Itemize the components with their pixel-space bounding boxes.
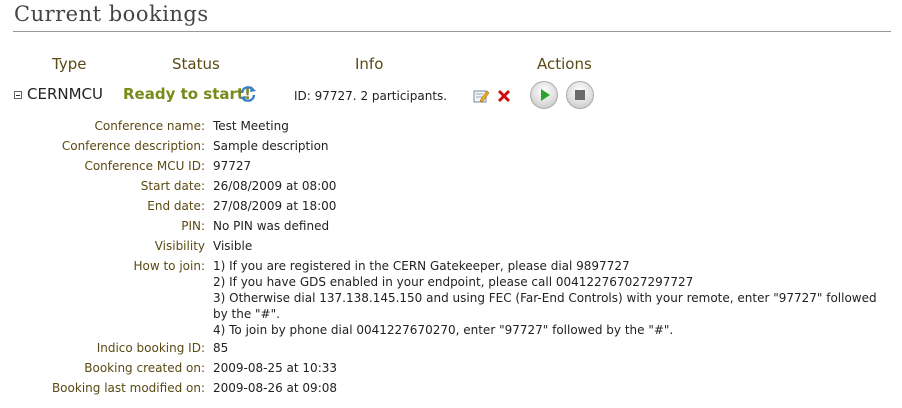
- detail-row: End date: 27/08/2009 at 18:00: [0, 196, 902, 216]
- detail-label: Indico booking ID:: [96, 341, 205, 355]
- detail-label: Booking created on:: [84, 361, 205, 375]
- detail-label: End date:: [147, 199, 205, 213]
- refresh-icon[interactable]: [238, 84, 258, 104]
- detail-label: Start date:: [140, 179, 205, 193]
- collapse-icon[interactable]: [14, 91, 22, 99]
- detail-value: 97727: [213, 159, 252, 173]
- edit-icon[interactable]: [473, 88, 489, 104]
- start-button[interactable]: [530, 81, 558, 109]
- how-to-join-line: 3) Otherwise dial 137.138.145.150 and us…: [213, 291, 877, 321]
- how-to-join-line: 4) To join by phone dial 0041227670270, …: [213, 323, 674, 337]
- stop-button[interactable]: [566, 81, 594, 109]
- detail-row: Start date: 26/08/2009 at 08:00: [0, 176, 902, 196]
- booking-info: ID: 97727. 2 participants.: [294, 89, 448, 103]
- detail-row: Conference name: Test Meeting: [0, 116, 902, 136]
- detail-row: Visibility Visible: [0, 236, 902, 256]
- how-to-join-instructions: 1) If you are registered in the CERN Gat…: [213, 258, 883, 338]
- how-to-join-line: 2) If you have GDS enabled in your endpo…: [213, 275, 694, 289]
- detail-label: Conference name:: [94, 119, 205, 133]
- detail-label: Booking last modified on:: [51, 381, 205, 395]
- page-title: Current bookings: [14, 2, 209, 26]
- detail-label: Visibility: [154, 239, 205, 253]
- detail-row: Indico booking ID: 85: [0, 338, 902, 358]
- detail-label: PIN:: [181, 219, 205, 233]
- detail-row: Booking last modified on: 2009-08-26 at …: [0, 378, 902, 398]
- column-header-status: Status: [172, 55, 220, 73]
- play-icon: [541, 89, 550, 101]
- column-header-type: Type: [52, 55, 87, 73]
- detail-value: No PIN was defined: [213, 219, 330, 233]
- detail-value: 26/08/2009 at 08:00: [213, 179, 337, 193]
- column-header-actions: Actions: [537, 55, 592, 73]
- booking-status: Ready to start!: [123, 85, 251, 103]
- delete-icon[interactable]: [496, 88, 512, 104]
- detail-value: Visible: [213, 239, 253, 253]
- how-to-join-row: How to join: 1) If you are registered in…: [0, 256, 902, 338]
- detail-value: 2009-08-26 at 09:08: [213, 381, 338, 395]
- detail-row: Conference description: Sample descripti…: [0, 136, 902, 156]
- detail-value: 27/08/2009 at 18:00: [213, 199, 337, 213]
- detail-value: 85: [213, 341, 229, 355]
- how-to-join-label: How to join:: [133, 259, 205, 273]
- stop-icon: [575, 90, 585, 100]
- detail-label: Conference description:: [61, 139, 205, 153]
- column-header-info: Info: [355, 55, 384, 73]
- detail-row: Conference MCU ID: 97727: [0, 156, 902, 176]
- title-divider: [13, 31, 891, 32]
- booking-type: CERNMCU: [27, 85, 103, 103]
- detail-label: Conference MCU ID:: [84, 159, 205, 173]
- detail-row: Booking created on: 2009-08-25 at 10:33: [0, 358, 902, 378]
- detail-value: Sample description: [213, 139, 329, 153]
- how-to-join-line: 1) If you are registered in the CERN Gat…: [213, 259, 630, 273]
- booking-details: Conference name: Test Meeting Conference…: [0, 116, 902, 398]
- detail-value: Test Meeting: [213, 119, 289, 133]
- detail-value: 2009-08-25 at 10:33: [213, 361, 338, 375]
- detail-row: PIN: No PIN was defined: [0, 216, 902, 236]
